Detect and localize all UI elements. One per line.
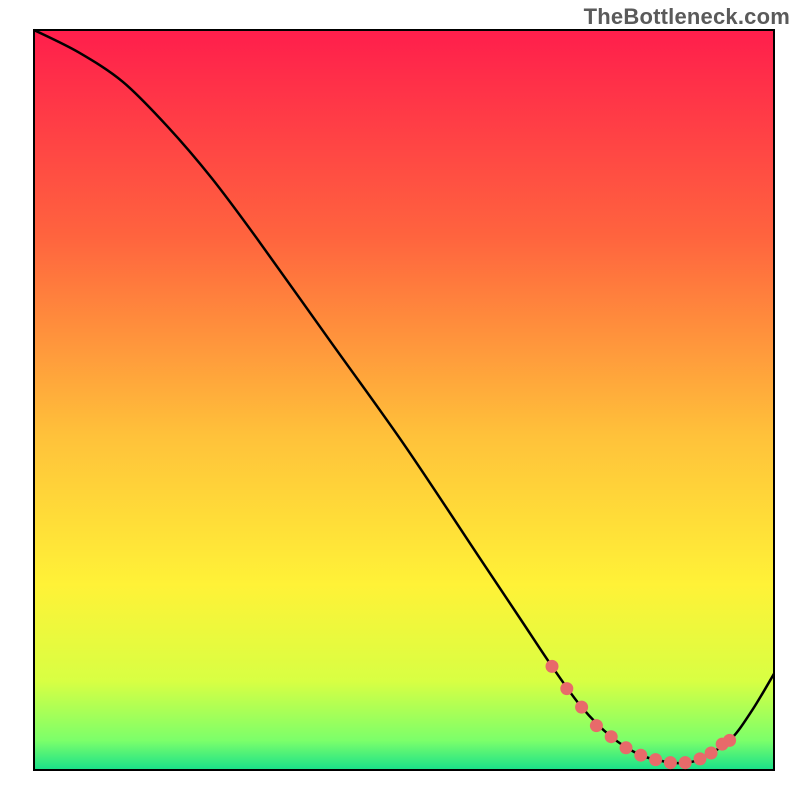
marker-dot bbox=[694, 752, 707, 765]
marker-dot bbox=[705, 746, 718, 759]
marker-dot bbox=[620, 741, 633, 754]
watermark-text: TheBottleneck.com bbox=[584, 4, 790, 30]
marker-dot bbox=[575, 701, 588, 714]
marker-dot bbox=[546, 660, 559, 673]
marker-dot bbox=[590, 719, 603, 732]
bottleneck-chart bbox=[0, 0, 800, 800]
marker-dot bbox=[679, 756, 692, 769]
marker-dot bbox=[605, 730, 618, 743]
chart-container: TheBottleneck.com bbox=[0, 0, 800, 800]
marker-dot bbox=[560, 682, 573, 695]
marker-dot bbox=[634, 749, 647, 762]
marker-dot bbox=[664, 756, 677, 769]
marker-dot bbox=[649, 753, 662, 766]
marker-dot bbox=[723, 734, 736, 747]
plot-area bbox=[34, 30, 774, 770]
